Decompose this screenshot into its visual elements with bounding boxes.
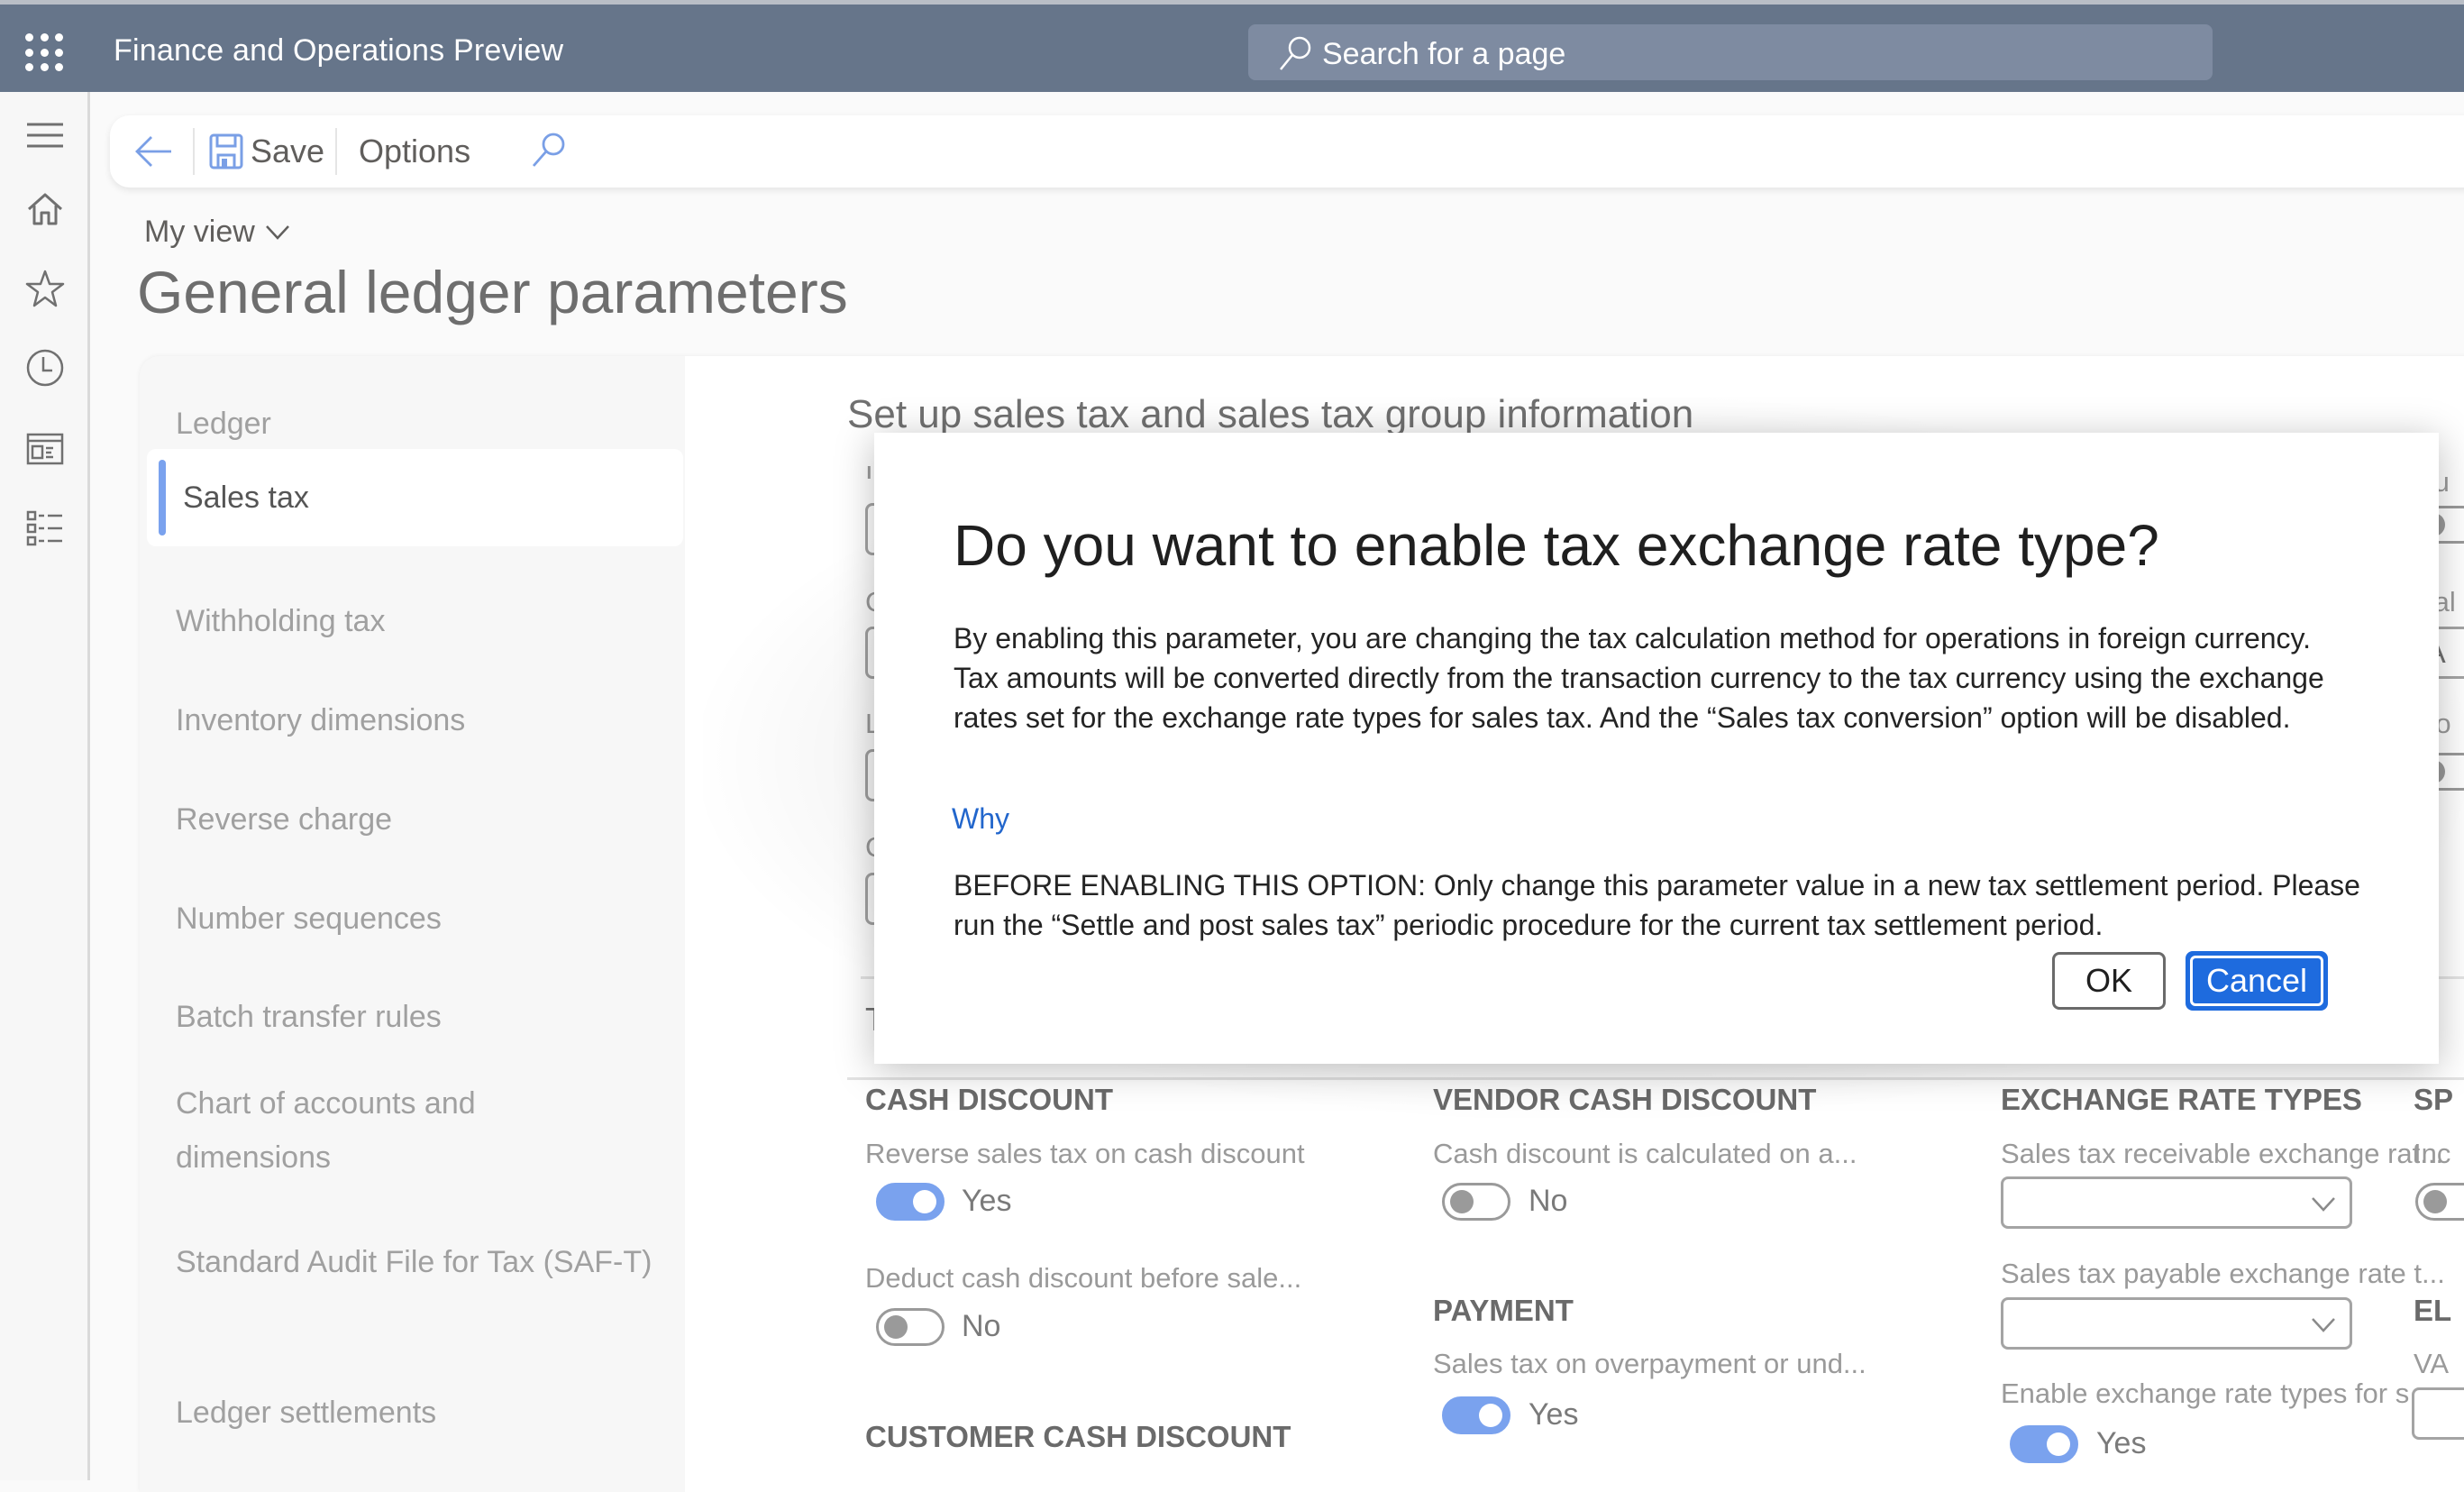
- top-bar: Finance and Operations Preview Search fo…: [0, 0, 2464, 92]
- section-title: Set up sales tax and sales tax group inf…: [847, 392, 1694, 436]
- nav-item-label: Standard Audit File for Tax (SAF-T): [176, 1245, 653, 1279]
- toggle-switch[interactable]: [2415, 1183, 2464, 1221]
- search-icon[interactable]: [526, 128, 571, 173]
- nav-item-batch-transfer-rules[interactable]: Batch transfer rules: [176, 990, 662, 1044]
- nav-item-label: Number sequences: [176, 902, 442, 936]
- dialog-warning: BEFORE ENABLING THIS OPTION: Only change…: [954, 869, 2360, 941]
- field-label: Sales tax on overpayment or und...: [1433, 1348, 1866, 1379]
- payable-exchange-rate-dropdown[interactable]: [2001, 1297, 2352, 1350]
- nav-item-label: Chart of accounts and dimensions: [176, 1086, 476, 1175]
- toggle-value: Yes: [1529, 1397, 1579, 1432]
- toggle-value: No: [962, 1309, 1001, 1343]
- app-launcher-icon[interactable]: [25, 33, 65, 73]
- nav-item-label: Ledger: [176, 407, 271, 441]
- toolbar-separator: [193, 128, 195, 175]
- toolbar-separator: [335, 128, 337, 175]
- back-arrow-icon[interactable]: [132, 128, 178, 175]
- focus-ring: [2190, 956, 2323, 1006]
- field-label: Enable exchange rate types for s...: [2001, 1378, 2433, 1409]
- chevron-down-icon: [265, 224, 289, 240]
- workspace-icon[interactable]: [23, 427, 67, 471]
- clock-icon[interactable]: [23, 346, 67, 389]
- options-label: Options: [359, 133, 471, 169]
- nav-item-reverse-charge[interactable]: Reverse charge: [176, 792, 662, 847]
- field-label: Reverse sales tax on cash discount: [865, 1138, 1305, 1169]
- save-button[interactable]: Save: [209, 124, 324, 178]
- field-label: Sales tax payable exchange rate t...: [2001, 1258, 2445, 1289]
- divider: [847, 1077, 2464, 1080]
- nav-item-label: Withholding tax: [176, 604, 386, 638]
- options-button[interactable]: Options: [359, 124, 470, 178]
- nav-item-ledger[interactable]: Ledger: [176, 397, 662, 451]
- field-label: Sales tax receivable exchange rat...: [2001, 1138, 2444, 1169]
- dialog-message: By enabling this parameter, you are chan…: [954, 622, 2324, 734]
- overpayment-toggle[interactable]: [1442, 1396, 1510, 1434]
- ok-label: OK: [2085, 962, 2132, 999]
- group-heading: SP: [2414, 1083, 2454, 1116]
- nav-item-sales-tax[interactable]: Sales tax: [147, 449, 683, 546]
- receivable-exchange-rate-dropdown[interactable]: [2001, 1176, 2352, 1229]
- left-nav-rail: [0, 92, 90, 1480]
- dialog-title: Do you want to enable tax exchange rate …: [954, 513, 2159, 578]
- field-label: Cash discount is calculated on a...: [1433, 1138, 1857, 1169]
- home-icon[interactable]: [23, 188, 67, 231]
- nav-item-chart-of-accounts[interactable]: Chart of accounts and dimensions: [176, 1076, 554, 1185]
- confirm-dialog: Do you want to enable tax exchange rate …: [874, 433, 2439, 1064]
- nav-item-inventory-dimensions[interactable]: Inventory dimensions: [176, 693, 662, 747]
- nav-item-ledger-settlements[interactable]: Ledger settlements: [176, 1386, 662, 1440]
- ok-button[interactable]: OK: [2052, 952, 2166, 1010]
- nav-item-withholding-tax[interactable]: Withholding tax: [176, 594, 662, 648]
- save-label: Save: [251, 133, 325, 169]
- group-heading: EL: [2414, 1294, 2452, 1327]
- partial-input[interactable]: [2412, 1387, 2464, 1440]
- hamburger-icon[interactable]: [23, 114, 67, 157]
- nav-item-label: Batch transfer rules: [176, 1000, 442, 1034]
- app-title: Finance and Operations Preview: [114, 33, 564, 68]
- field-label: Inc: [2414, 1138, 2451, 1169]
- cancel-button[interactable]: Cancel: [2186, 951, 2328, 1011]
- field-label: Deduct cash discount before sale...: [865, 1262, 1302, 1294]
- enable-exchange-rate-types-toggle[interactable]: [2010, 1425, 2078, 1463]
- view-selector[interactable]: My view: [144, 215, 291, 250]
- search-icon: [1280, 36, 1311, 70]
- search-placeholder: Search for a page: [1322, 37, 1566, 71]
- list-icon[interactable]: [23, 507, 67, 550]
- chevron-down-icon: [2312, 1197, 2335, 1212]
- page-search-input[interactable]: Search for a page: [1248, 24, 2213, 80]
- group-heading: CASH DISCOUNT: [865, 1083, 1114, 1116]
- nav-item-number-sequences[interactable]: Number sequences: [176, 892, 662, 946]
- active-indicator: [159, 460, 166, 535]
- group-heading: VENDOR CASH DISCOUNT: [1433, 1083, 1817, 1116]
- toggle-value: Yes: [962, 1184, 1012, 1218]
- nav-item-saf-t[interactable]: Standard Audit File for Tax (SAF-T): [176, 1235, 653, 1289]
- group-heading: EXCHANGE RATE TYPES: [2001, 1083, 2362, 1116]
- toggle-value: No: [1529, 1184, 1568, 1218]
- nav-item-label: Ledger settlements: [176, 1396, 437, 1430]
- toggle-value: Yes: [2096, 1426, 2147, 1460]
- reverse-sales-tax-toggle[interactable]: [876, 1183, 945, 1221]
- why-link[interactable]: Why: [952, 802, 1009, 836]
- chevron-down-icon: [2312, 1318, 2335, 1332]
- action-toolbar: Save Options: [110, 115, 2464, 188]
- nav-item-label: Sales tax: [183, 481, 309, 515]
- group-heading: PAYMENT: [1433, 1294, 1574, 1327]
- field-label: VA: [2414, 1348, 2450, 1379]
- page-title: General ledger parameters: [137, 259, 848, 325]
- parameters-nav: Ledger Sales tax Withholding tax Invento…: [140, 356, 685, 1492]
- group-heading: CUSTOMER CASH DISCOUNT: [865, 1420, 1291, 1453]
- nav-item-label: Reverse charge: [176, 802, 393, 837]
- star-icon[interactable]: [23, 267, 67, 310]
- deduct-cash-discount-toggle[interactable]: [876, 1308, 945, 1346]
- nav-item-label: Inventory dimensions: [176, 703, 466, 737]
- cash-discount-calculated-toggle[interactable]: [1442, 1183, 1510, 1221]
- save-icon: [209, 133, 243, 169]
- view-label: My view: [144, 215, 255, 249]
